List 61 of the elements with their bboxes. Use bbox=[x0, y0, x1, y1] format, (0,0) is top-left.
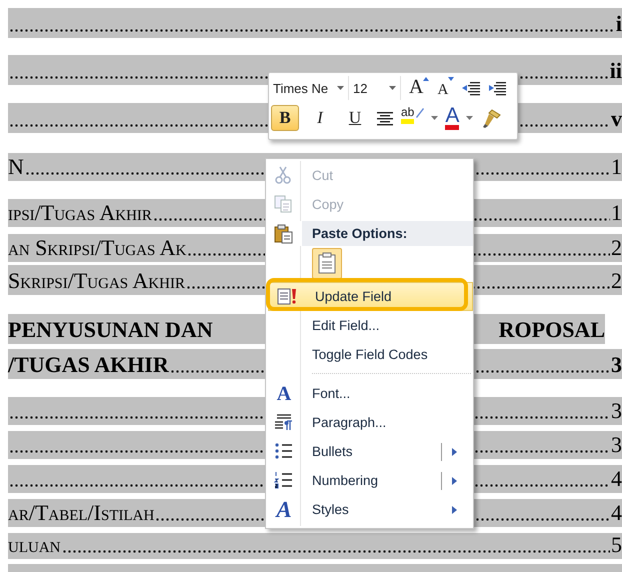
toc-entry-title: uluan bbox=[8, 531, 60, 559]
caret-icon[interactable] bbox=[431, 116, 438, 120]
toc-entry-title: /TUGAS AKHIR bbox=[8, 351, 169, 379]
page-number: ii bbox=[610, 57, 622, 85]
bulleted-list-icon bbox=[274, 442, 294, 462]
page-number: i bbox=[616, 10, 622, 38]
menu-item[interactable]: Paragraph... bbox=[266, 408, 473, 437]
bold-button[interactable]: B bbox=[271, 105, 299, 131]
document-exclamation-icon bbox=[277, 286, 297, 306]
clipboard-icon bbox=[274, 224, 294, 244]
page-number: 1 bbox=[611, 153, 622, 181]
font-size-dropdown[interactable]: 12 bbox=[349, 76, 401, 100]
decrease-indent-icon[interactable] bbox=[462, 80, 480, 96]
increase-indent-icon[interactable] bbox=[488, 80, 506, 96]
keep-text-only-button[interactable] bbox=[312, 248, 342, 278]
pen-icon bbox=[414, 106, 424, 118]
page-number: 3 bbox=[611, 431, 622, 459]
menu-section-header: Paste Options: bbox=[312, 226, 408, 241]
toc-entry-title: Skripsi/Tugas Akhir bbox=[8, 267, 185, 295]
page-number: v bbox=[611, 105, 622, 133]
paintbrush-icon[interactable] bbox=[480, 108, 502, 128]
menu-item[interactable]: A Styles bbox=[266, 495, 473, 524]
shrink-font-button[interactable]: A bbox=[437, 77, 454, 99]
menu-item[interactable]: Numbering bbox=[266, 466, 473, 495]
caret-icon[interactable] bbox=[466, 116, 474, 120]
triangle-icon bbox=[448, 77, 454, 81]
toc-entry-title: ROPOSAL bbox=[498, 316, 605, 344]
copy-icon bbox=[274, 194, 294, 214]
font-color-button[interactable]: A bbox=[445, 106, 460, 130]
font-name-dropdown[interactable]: Times Ne bbox=[269, 76, 349, 100]
page-number: 3 bbox=[611, 351, 622, 379]
clipboard-icon bbox=[318, 252, 336, 274]
menu-item[interactable]: A Font... bbox=[266, 379, 473, 408]
page-number: 4 bbox=[611, 465, 622, 493]
submenu-arrow-icon[interactable] bbox=[452, 506, 457, 514]
submenu-arrow-icon[interactable] bbox=[452, 448, 457, 456]
page-number: 1 bbox=[611, 199, 622, 227]
toc-entry-title: an Skripsi/Tugas Ak bbox=[8, 234, 186, 262]
italic-button[interactable]: I bbox=[306, 105, 334, 131]
styles-icon: A bbox=[276, 500, 292, 520]
highlight-button[interactable]: ab bbox=[401, 106, 424, 130]
triangle-icon bbox=[423, 77, 430, 81]
toc-entry-title: ar/Tabel/Istilah bbox=[8, 499, 154, 527]
page-number: 2 bbox=[611, 267, 622, 295]
menu-item[interactable]: Edit Field... bbox=[266, 311, 473, 340]
menu-item[interactable]: Toggle Field Codes bbox=[266, 340, 473, 369]
grow-font-button[interactable]: A bbox=[409, 77, 430, 99]
underline-button[interactable]: U bbox=[341, 105, 369, 131]
menu-item[interactable]: Bullets bbox=[266, 437, 473, 466]
numbered-list-icon bbox=[274, 470, 294, 490]
center-align-icon[interactable] bbox=[376, 110, 394, 126]
toc-entry-title: PENYUSUNAN DAN bbox=[8, 316, 213, 344]
font-icon: A bbox=[276, 384, 292, 404]
submenu-arrow-icon[interactable] bbox=[452, 476, 457, 484]
page-number: 3 bbox=[611, 397, 622, 425]
toc-entry-title: ipsi/Tugas Akhir bbox=[8, 199, 152, 227]
page-number: 4 bbox=[611, 499, 622, 527]
page-number: 2 bbox=[611, 234, 622, 262]
paragraph-icon bbox=[274, 412, 294, 432]
toc-entry-title: N bbox=[8, 153, 24, 181]
page-number: 5 bbox=[611, 531, 622, 559]
